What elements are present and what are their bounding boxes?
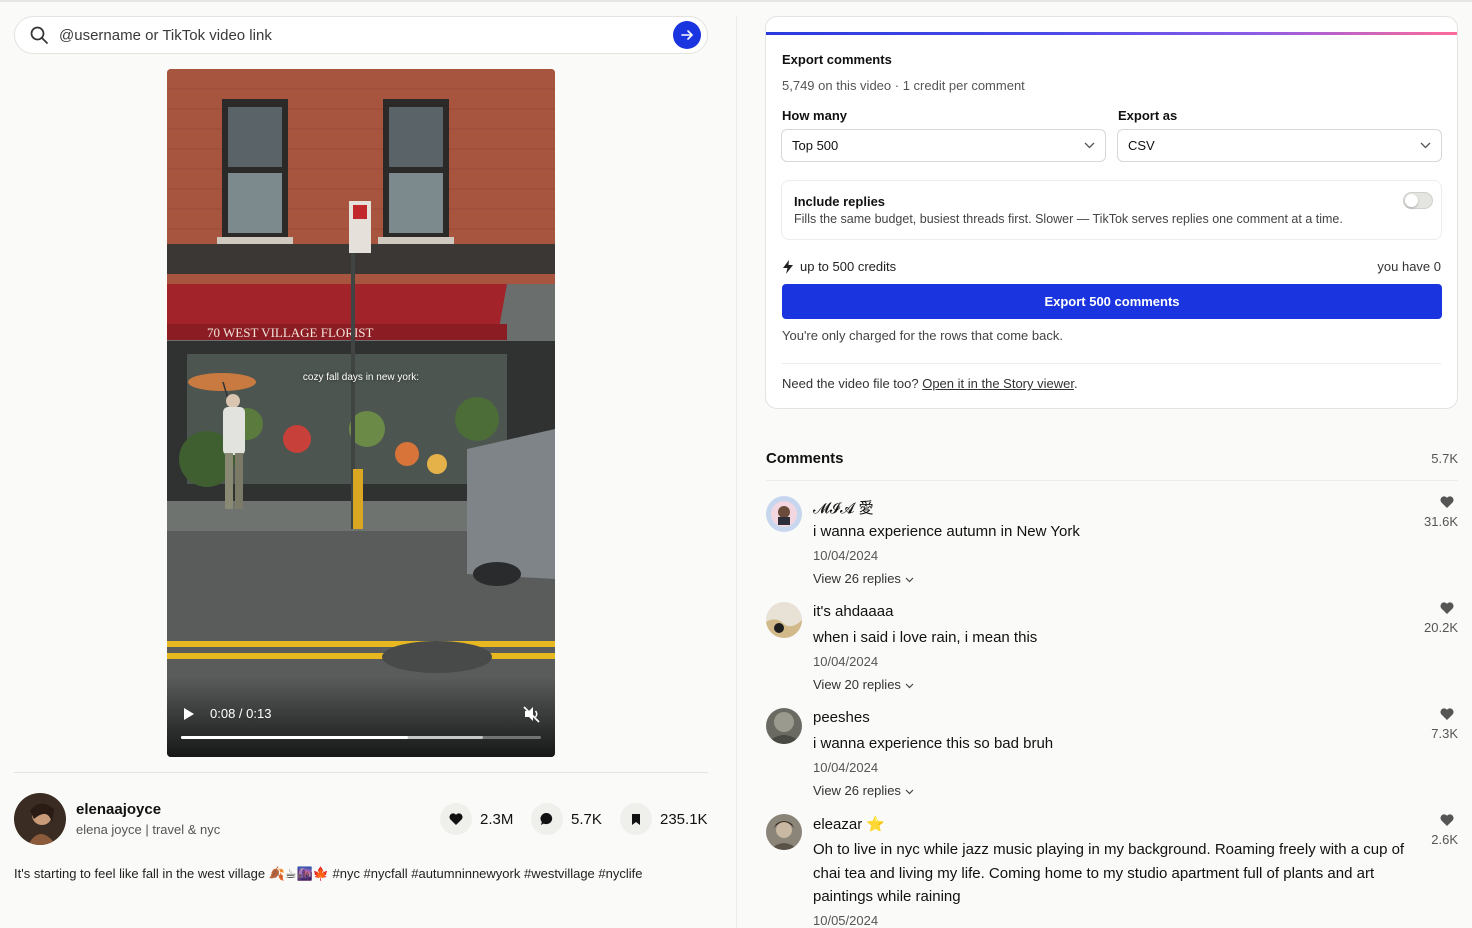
lightning-bolt-icon bbox=[783, 259, 793, 274]
bookmark-icon bbox=[632, 813, 640, 825]
author-row: elenaajoyce elena joyce | travel & nyc 2… bbox=[14, 793, 708, 845]
like-stat[interactable]: 2.3M bbox=[440, 803, 513, 835]
top-border bbox=[0, 0, 1472, 2]
comment-like[interactable]: 31.6K bbox=[1408, 496, 1458, 529]
like-count: 2.3M bbox=[480, 810, 514, 828]
divider bbox=[782, 363, 1441, 364]
commenter-avatar[interactable] bbox=[766, 708, 802, 744]
comment-item: it's ahdaaaa when i said i love rain, i … bbox=[766, 602, 1458, 698]
commenter-username[interactable]: eleazar ⭐ bbox=[813, 815, 885, 833]
comment-item: eleazar ⭐ Oh to live in nyc while jazz m… bbox=[766, 814, 1458, 928]
comment-text: i wanna experience autumn in New York 10… bbox=[813, 520, 1423, 591]
how-many-value: Top 500 bbox=[792, 138, 839, 153]
commenter-username[interactable]: 𝓜𝓘𝓐 愛 bbox=[813, 497, 874, 518]
include-replies-toggle[interactable] bbox=[1403, 192, 1433, 209]
view-replies-link[interactable]: View 20 replies bbox=[813, 673, 1423, 697]
credits-text: up to 500 credits bbox=[800, 259, 897, 274]
comment-count: 5.7K bbox=[571, 810, 602, 828]
commenter-username[interactable]: peeshes bbox=[813, 709, 870, 726]
include-replies-title: Include replies bbox=[794, 194, 886, 209]
chevron-down-icon bbox=[905, 683, 913, 689]
comment-bubble-icon bbox=[540, 812, 553, 825]
heart-icon bbox=[1440, 602, 1454, 614]
credit-balance: you have 0 bbox=[1377, 259, 1441, 274]
video-overlay-text: cozy fall days in new york: bbox=[302, 372, 420, 383]
heart-icon bbox=[1440, 814, 1454, 826]
video-time: 0:08 / 0:13 bbox=[210, 706, 272, 721]
comment-like-count: 31.6K bbox=[1424, 514, 1458, 529]
search-icon bbox=[30, 26, 48, 44]
author-bio: elena joyce | travel & nyc bbox=[76, 822, 221, 837]
credits-estimate: up to 500 credits bbox=[782, 259, 896, 274]
chevron-down-icon bbox=[1084, 142, 1095, 149]
charge-note: You're only charged for the rows that co… bbox=[782, 328, 1063, 343]
video-description: It's starting to feel like fall in the w… bbox=[14, 866, 643, 881]
comment-text: i wanna experience this so bad bruh 10/0… bbox=[813, 732, 1423, 803]
comment-like[interactable]: 20.2K bbox=[1408, 602, 1458, 635]
divider bbox=[766, 480, 1458, 481]
export-subtitle: 5,749 on this video · 1 credit per comme… bbox=[782, 78, 1025, 93]
comments-heading: Comments bbox=[766, 450, 844, 467]
export-comments-button[interactable]: Export 500 comments bbox=[782, 284, 1442, 319]
view-replies-link[interactable]: View 26 replies bbox=[813, 779, 1423, 803]
search-input[interactable] bbox=[59, 26, 673, 44]
author-avatar[interactable] bbox=[14, 793, 66, 845]
export-as-label: Export as bbox=[1118, 108, 1178, 123]
comment-like-count: 20.2K bbox=[1424, 620, 1458, 635]
story-viewer-link[interactable]: Open it in the Story viewer bbox=[922, 376, 1074, 391]
comment-like[interactable]: 2.6K bbox=[1408, 814, 1458, 847]
comment-text: Oh to live in nyc while jazz music playi… bbox=[813, 838, 1423, 928]
search-bar[interactable] bbox=[14, 16, 708, 54]
video-controls: 0:08 / 0:13 bbox=[167, 677, 555, 757]
comment-date: 10/05/2024 bbox=[813, 912, 879, 928]
search-submit-button[interactable] bbox=[673, 21, 701, 49]
include-replies-description: Fills the same budget, busiest threads f… bbox=[794, 212, 1343, 226]
include-replies-box: Include replies Fills the same budget, b… bbox=[781, 180, 1442, 240]
store-sign-text: 70 WEST VILLAGE FLORIST bbox=[207, 325, 374, 340]
comment-date: 10/04/2024 bbox=[813, 759, 879, 775]
save-count: 235.1K bbox=[660, 810, 708, 828]
video-frame: 70 WEST VILLAGE FLORIST bbox=[167, 69, 555, 757]
video-panel: 70 WEST VILLAGE FLORIST bbox=[14, 16, 708, 881]
column-divider bbox=[736, 16, 737, 928]
export-title: Export comments bbox=[782, 52, 892, 67]
comment-stat[interactable]: 5.7K bbox=[531, 803, 602, 835]
commenter-avatar[interactable] bbox=[766, 496, 802, 532]
how-many-select[interactable]: Top 500 bbox=[781, 129, 1106, 162]
export-card: Export comments 5,749 on this video · 1 … bbox=[765, 16, 1458, 409]
heart-icon bbox=[449, 813, 463, 825]
commenter-avatar[interactable] bbox=[766, 814, 802, 850]
arrow-right-icon bbox=[681, 30, 693, 40]
video-progress-bar[interactable] bbox=[181, 736, 541, 739]
comment-item: peeshes i wanna experience this so bad b… bbox=[766, 708, 1458, 804]
comment-text: when i said i love rain, i mean this 10/… bbox=[813, 626, 1423, 697]
author-username[interactable]: elenaajoyce bbox=[76, 801, 161, 818]
comments-total: 5.7K bbox=[1431, 451, 1458, 466]
comment-date: 10/04/2024 bbox=[813, 547, 879, 563]
muted-speaker-icon[interactable] bbox=[523, 705, 541, 723]
how-many-label: How many bbox=[782, 108, 848, 123]
comment-like-count: 2.6K bbox=[1431, 832, 1458, 847]
video-player[interactable]: 70 WEST VILLAGE FLORIST cozy fall days i… bbox=[167, 69, 555, 757]
card-accent-bar bbox=[766, 32, 1457, 35]
comment-date: 10/04/2024 bbox=[813, 653, 879, 669]
video-progress-fill bbox=[181, 736, 408, 739]
view-replies-link[interactable]: View 26 replies bbox=[813, 567, 1423, 591]
video-file-note: Need the video file too? Open it in the … bbox=[782, 376, 1078, 391]
commenter-avatar[interactable] bbox=[766, 602, 802, 638]
play-icon[interactable] bbox=[183, 707, 195, 721]
heart-icon bbox=[1440, 708, 1454, 720]
export-as-value: CSV bbox=[1128, 138, 1155, 153]
chevron-down-icon bbox=[905, 577, 913, 583]
divider bbox=[14, 772, 708, 773]
commenter-username[interactable]: it's ahdaaaa bbox=[813, 603, 893, 620]
heart-icon bbox=[1440, 496, 1454, 508]
chevron-down-icon bbox=[1420, 142, 1431, 149]
comment-item: 𝓜𝓘𝓐 愛 i wanna experience autumn in New Y… bbox=[766, 496, 1458, 592]
save-stat[interactable]: 235.1K bbox=[620, 803, 708, 835]
comment-like[interactable]: 7.3K bbox=[1408, 708, 1458, 741]
export-as-select[interactable]: CSV bbox=[1117, 129, 1442, 162]
chevron-down-icon bbox=[905, 789, 913, 795]
comment-like-count: 7.3K bbox=[1431, 726, 1458, 741]
